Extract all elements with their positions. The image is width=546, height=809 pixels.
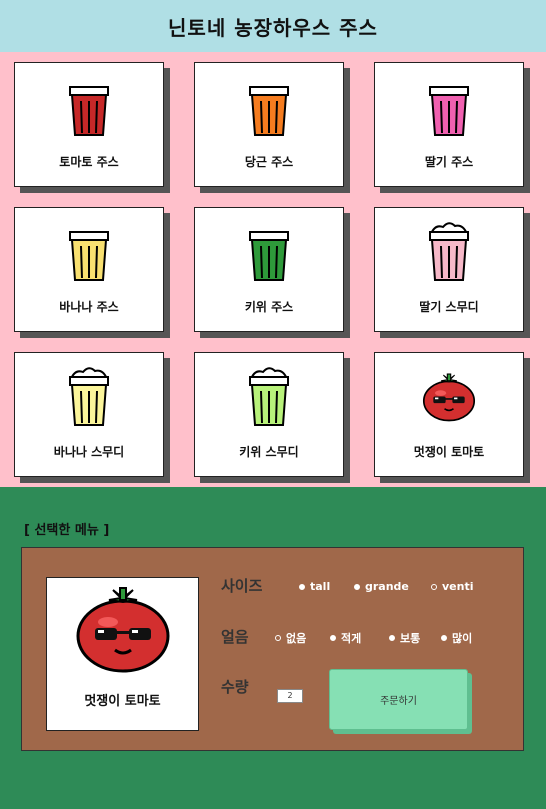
- ice-option-more[interactable]: 많이: [441, 630, 472, 646]
- selected-item-card: 멋쟁이 토마토: [46, 577, 199, 731]
- size-label: 사이즈: [221, 577, 263, 595]
- carrot-juice-cup-icon: [241, 73, 297, 143]
- banana-smoothie-cup-icon: [61, 363, 117, 433]
- ice-label: 얼음: [221, 628, 249, 646]
- kiwi-juice-cup-icon: [241, 218, 297, 288]
- ice-option-normal[interactable]: 보통: [389, 630, 420, 646]
- menu-card[interactable]: 딸기 스무디: [374, 207, 524, 332]
- menu-card[interactable]: 키위 주스: [194, 207, 344, 332]
- radio-icon: [330, 635, 336, 641]
- radio-icon: [354, 583, 360, 590]
- radio-icon: [441, 635, 447, 641]
- menu-card-label: 딸기 스무디: [419, 300, 479, 314]
- strawberry-juice-cup-icon: [421, 73, 477, 143]
- menu-card-label: 토마토 주스: [59, 155, 119, 169]
- banana-juice-cup-icon: [61, 218, 117, 288]
- app-header: 닌토네 농장하우스 주스: [0, 0, 546, 52]
- menu-card[interactable]: 당근 주스: [194, 62, 344, 187]
- quantity-input[interactable]: 2: [277, 689, 303, 703]
- size-option-grande[interactable]: grande: [354, 580, 409, 593]
- menu-card-label: 딸기 주스: [424, 155, 474, 169]
- ice-option-less[interactable]: 적게: [330, 630, 361, 646]
- menu-card[interactable]: 키위 스무디: [194, 352, 344, 477]
- order-panel: 멋쟁이 토마토 사이즈 tall grande venti 얼음 없음 적게 보…: [21, 547, 524, 751]
- cool-tomato-icon: [73, 584, 173, 674]
- menu-card[interactable]: 토마토 주스: [14, 62, 164, 187]
- menu-card[interactable]: 바나나 스무디: [14, 352, 164, 477]
- menu-card-label: 키위 주스: [244, 300, 294, 314]
- menu-card-label: 당근 주스: [244, 155, 294, 169]
- strawberry-smoothie-cup-icon: [421, 218, 477, 288]
- radio-selected-icon: [431, 583, 437, 590]
- tomato-juice-cup-icon: [61, 73, 117, 143]
- radio-selected-icon: [275, 635, 281, 641]
- selected-menu-title: [ 선택한 메뉴 ]: [24, 523, 110, 538]
- menu-card[interactable]: 딸기 주스: [374, 62, 524, 187]
- size-option-tall[interactable]: tall: [299, 580, 330, 593]
- menu-card[interactable]: 멋쟁이 토마토: [374, 352, 524, 477]
- radio-icon: [299, 583, 305, 590]
- kiwi-smoothie-cup-icon: [241, 363, 297, 433]
- selected-item-label: 멋쟁이 토마토: [84, 694, 161, 709]
- menu-grid: 토마토 주스 당근 주스 딸기 주스 바나나 주스 키위 주스 딸기 스무디 바…: [0, 52, 546, 487]
- cool-tomato-icon: [421, 369, 477, 439]
- page-title: 닌토네 농장하우스 주스: [168, 15, 378, 40]
- size-option-venti[interactable]: venti: [431, 580, 474, 593]
- ice-option-none[interactable]: 없음: [275, 630, 306, 646]
- menu-card-label: 키위 스무디: [239, 445, 299, 459]
- radio-icon: [389, 635, 395, 641]
- menu-card[interactable]: 바나나 주스: [14, 207, 164, 332]
- menu-card-label: 멋쟁이 토마토: [413, 445, 485, 459]
- order-button[interactable]: 주문하기: [329, 669, 468, 730]
- menu-card-label: 바나나 스무디: [53, 445, 125, 459]
- order-section: [ 선택한 메뉴 ] 멋쟁이 토마토 사이즈 tall grande venti…: [0, 487, 546, 809]
- quantity-label: 수량: [221, 678, 249, 696]
- menu-card-label: 바나나 주스: [59, 300, 119, 314]
